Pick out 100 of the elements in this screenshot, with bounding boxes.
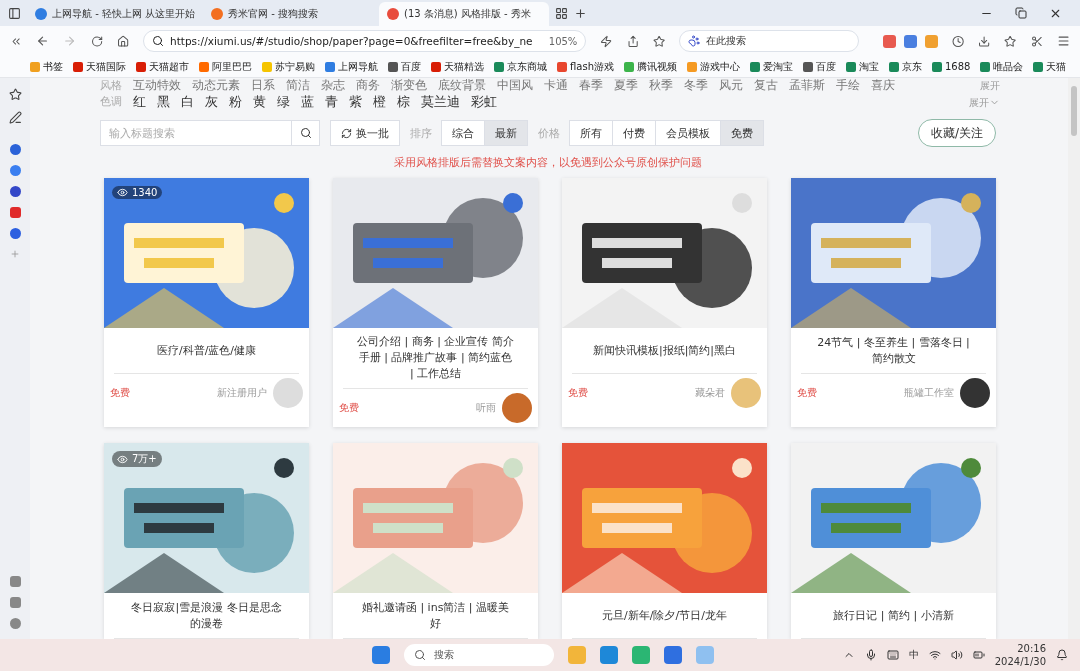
clock-date[interactable]: 2024/1/30	[994, 655, 1046, 668]
style-option[interactable]: 喜庆	[871, 78, 895, 94]
app-icon[interactable]	[9, 186, 21, 197]
bookmark[interactable]: 爱淘宝	[750, 59, 793, 74]
bookmark[interactable]: 京东商城	[494, 59, 547, 74]
app-icon[interactable]	[664, 646, 682, 664]
bookmark[interactable]: 书签	[30, 59, 63, 74]
sort-option[interactable]: 综合	[441, 120, 485, 146]
style-option[interactable]: 手绘	[836, 78, 860, 94]
star-icon[interactable]	[652, 34, 666, 48]
style-option[interactable]: 互动特效	[133, 78, 181, 94]
style-option[interactable]: 夏季	[614, 78, 638, 94]
app-icon[interactable]	[9, 228, 21, 239]
bookmark[interactable]: 天猫精选	[431, 59, 484, 74]
style-option[interactable]: 春季	[579, 78, 603, 94]
color-option[interactable]: 棕	[397, 93, 410, 111]
app-icon[interactable]	[9, 207, 21, 218]
style-option[interactable]: 卡通	[544, 78, 568, 94]
taskbar-search-field[interactable]: 搜索	[404, 644, 554, 666]
color-option[interactable]: 红	[133, 93, 146, 111]
bookmark[interactable]: flash游戏	[557, 59, 614, 74]
bookmark[interactable]: 天猫国际	[73, 59, 126, 74]
bookmark[interactable]: 淘宝	[846, 59, 879, 74]
bookmark[interactable]: 1688	[932, 61, 971, 72]
price-option[interactable]: 所有	[569, 120, 613, 146]
download-icon[interactable]	[978, 34, 991, 48]
avatar[interactable]	[960, 378, 990, 408]
grid-icon[interactable]	[555, 6, 568, 20]
home-icon[interactable]	[116, 34, 130, 48]
template-card[interactable]: 元旦/新年/除夕/节日/龙年	[562, 443, 767, 639]
app-icon[interactable]	[9, 144, 21, 155]
sidebar-toggle-icon[interactable]	[8, 6, 21, 20]
style-option[interactable]: 渐变色	[391, 78, 427, 94]
template-card[interactable]: 旅行日记 | 简约 | 小清新	[791, 443, 996, 639]
browser-tab[interactable]: 上网导航 - 轻快上网 从这里开始	[27, 2, 197, 26]
color-option[interactable]: 彩虹	[471, 93, 497, 111]
lightning-icon[interactable]	[600, 34, 613, 48]
color-option[interactable]: 黄	[253, 93, 266, 111]
back-icon[interactable]	[36, 34, 50, 48]
notification-icon[interactable]	[1056, 649, 1068, 661]
bookmark[interactable]: 苏宁易购	[262, 59, 315, 74]
color-option[interactable]: 青	[325, 93, 338, 111]
new-tab-icon[interactable]	[574, 6, 587, 20]
color-option[interactable]: 白	[181, 93, 194, 111]
search-field[interactable]: 在此搜索	[679, 30, 859, 52]
bookmark[interactable]: 腾讯视频	[624, 59, 677, 74]
bookmark[interactable]: 上网导航	[325, 59, 378, 74]
style-option[interactable]: 孟菲斯	[789, 78, 825, 94]
style-option[interactable]: 杂志	[321, 78, 345, 94]
style-option[interactable]: 复古	[754, 78, 778, 94]
bookmark[interactable]: 阿里巴巴	[199, 59, 252, 74]
template-card[interactable]: 7万+ 冬日寂寂|雪是浪漫 冬日是思念的漫卷	[104, 443, 309, 639]
style-option[interactable]: 商务	[356, 78, 380, 94]
menu-icon[interactable]	[1056, 34, 1070, 48]
style-option[interactable]: 日系	[251, 78, 275, 94]
address-field[interactable]: https://xiumi.us/#/studio/shop/paper?page=0&freefilter=free&by_ne 105%	[143, 30, 587, 52]
bookmark[interactable]: 天猫	[1033, 59, 1067, 74]
app-icon[interactable]	[9, 165, 21, 176]
scissors-icon[interactable]	[1030, 34, 1043, 48]
bookmark[interactable]: 百度	[388, 59, 421, 74]
microphone-icon[interactable]	[864, 649, 877, 661]
bookmark[interactable]: 京东	[889, 59, 922, 74]
template-card[interactable]: 婚礼邀请函 | ins简洁 | 温暖美好	[333, 443, 538, 639]
color-option[interactable]: 橙	[373, 93, 386, 111]
star-icon[interactable]	[8, 88, 22, 101]
refresh-button[interactable]: 换一批	[330, 120, 400, 146]
style-option[interactable]: 秋季	[649, 78, 673, 94]
style-option[interactable]: 中国风	[497, 78, 533, 94]
bookmark[interactable]: 百度	[803, 59, 836, 74]
extension-icon[interactable]	[903, 34, 917, 48]
color-option[interactable]: 蓝	[301, 93, 314, 111]
style-option[interactable]: 动态元素	[192, 78, 240, 94]
color-option[interactable]: 绿	[277, 93, 290, 111]
style-option[interactable]: 冬季	[684, 78, 708, 94]
wifi-icon[interactable]	[928, 649, 941, 661]
style-option[interactable]: 底纹背景	[438, 78, 486, 94]
color-option[interactable]: 莫兰迪	[421, 93, 460, 111]
color-option[interactable]: 紫	[349, 93, 362, 111]
reload-icon[interactable]	[90, 34, 103, 48]
follow-button[interactable]: 收藏/关注	[917, 119, 996, 147]
browser-tab[interactable]: (13 条消息) 风格排版 - 秀米	[379, 2, 549, 26]
favorites-icon[interactable]	[1004, 34, 1017, 48]
bookmark[interactable]: 唯品会	[980, 59, 1024, 74]
template-card[interactable]: 24节气 | 冬至养生 | 雪落冬日 | 简约散文 免费 瓶罐工作室	[791, 178, 996, 427]
restore-icon[interactable]	[1015, 6, 1027, 19]
history-icon[interactable]	[951, 34, 965, 48]
battery-icon[interactable]	[972, 649, 985, 661]
price-option[interactable]: 付费	[612, 120, 656, 146]
price-option[interactable]: 免费	[720, 120, 764, 146]
color-option[interactable]: 黑	[157, 93, 170, 111]
bookmark[interactable]: 天猫超市	[136, 59, 189, 74]
style-option[interactable]: 风元	[719, 78, 743, 94]
style-option[interactable]: 简洁	[286, 78, 310, 94]
color-option[interactable]: 灰	[205, 93, 218, 111]
price-option[interactable]: 会员模板	[655, 120, 721, 146]
keyboard-icon[interactable]	[886, 649, 899, 661]
extension-icon[interactable]	[882, 34, 896, 48]
zoom-level[interactable]: 105%	[548, 35, 578, 47]
share-icon[interactable]	[626, 34, 639, 48]
pen-icon[interactable]	[8, 111, 22, 124]
